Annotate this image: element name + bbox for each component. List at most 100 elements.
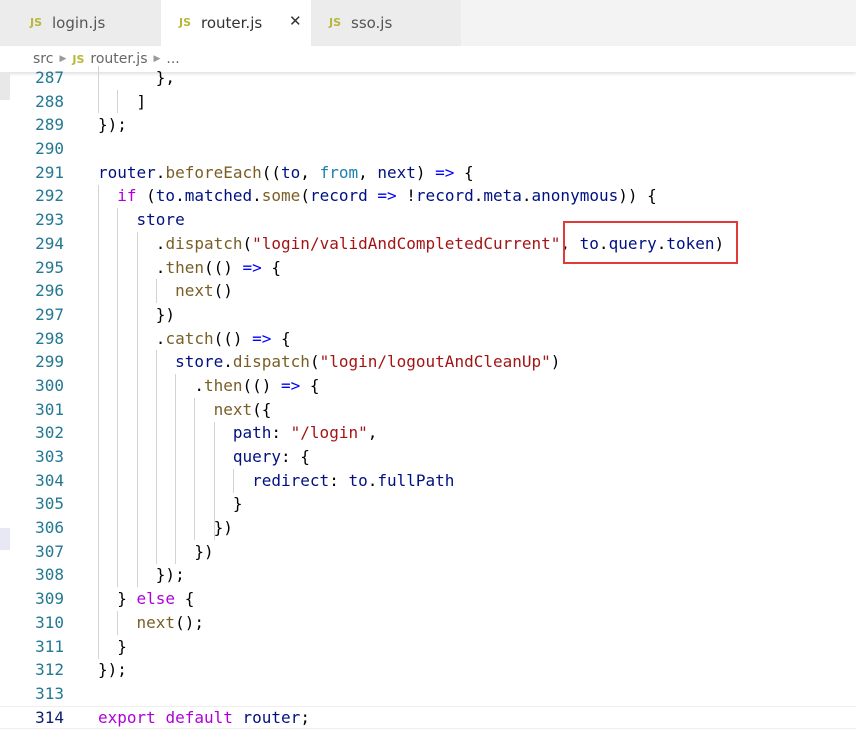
line-number: 308: [35, 565, 64, 585]
code-line[interactable]: 292 if (to.matched.some(record => !recor…: [0, 184, 856, 208]
code-line[interactable]: 304 redirect: to.fullPath: [0, 469, 856, 493]
line-source: if (to.matched.some(record => !record.me…: [98, 184, 657, 208]
line-source: } else {: [98, 587, 194, 611]
code-token: ((): [203, 257, 243, 277]
tab-login-js[interactable]: JS login.js: [0, 0, 161, 46]
code-line[interactable]: 308 });: [0, 563, 856, 587]
code-token: ((: [261, 162, 282, 182]
close-tab-icon[interactable]: ✕: [289, 12, 302, 30]
code-token: default: [165, 707, 233, 727]
js-file-icon: JS: [72, 52, 85, 66]
line-source: router.beforeEach((to, from, next) => {: [98, 161, 474, 185]
code-line[interactable]: 310 next();: [0, 611, 856, 635]
line-number: 289: [35, 115, 64, 135]
chevron-right-icon: ▶: [153, 54, 161, 64]
code-token: !: [396, 186, 416, 206]
indent-guide: [98, 184, 99, 659]
code-token: });: [98, 115, 127, 135]
breadcrumb-src[interactable]: src: [33, 51, 53, 67]
code-token: router: [242, 707, 301, 727]
line-number: 311: [35, 636, 64, 656]
code-token: .: [473, 186, 484, 206]
line-number: 304: [35, 470, 64, 490]
line-source: });: [98, 563, 185, 587]
code-token: }: [98, 494, 243, 514]
code-line[interactable]: 309 } else {: [0, 587, 856, 611]
code-token: .: [175, 186, 185, 206]
code-line[interactable]: 291 router.beforeEach((to, from, next) =>…: [0, 161, 856, 185]
code-line[interactable]: 296 next(): [0, 279, 856, 303]
tab-router-js[interactable]: JS router.js ✕: [161, 0, 311, 46]
line-source: }: [98, 635, 127, 659]
indent-guide: [194, 397, 196, 540]
code-token: .: [98, 257, 166, 277]
line-number: 292: [35, 186, 64, 206]
code-line[interactable]: 300 .then(() => {: [0, 374, 856, 398]
code-token: =>: [435, 162, 455, 182]
breadcrumb-more[interactable]: ...: [166, 51, 179, 67]
line-number: 312: [35, 660, 64, 680]
code-token: ): [550, 352, 561, 372]
tab-label: sso.js: [351, 14, 393, 32]
code-token: meta: [483, 186, 522, 206]
line-number: 298: [35, 328, 64, 348]
code-token: from: [319, 162, 359, 182]
code-token: },: [98, 68, 176, 87]
code-line[interactable]: 297 }): [0, 303, 856, 327]
code-token: to: [281, 162, 301, 182]
code-token: : {: [281, 447, 310, 466]
code-line[interactable]: 313: [0, 682, 856, 706]
line-source: next({: [98, 398, 272, 422]
line-number: 287: [35, 68, 64, 87]
breadcrumb-file[interactable]: router.js: [90, 51, 147, 67]
code-token: {: [300, 375, 320, 395]
code-line[interactable]: 303 query: {: [0, 445, 856, 469]
code-token: else: [136, 589, 176, 609]
code-token: )) {: [618, 186, 657, 206]
code-line[interactable]: 302 path: "/login",: [0, 421, 856, 445]
code-token: ((): [213, 328, 253, 348]
line-number: 299: [35, 352, 64, 372]
indent-guide: [213, 421, 215, 540]
line-number: 300: [35, 375, 64, 395]
code-line[interactable]: 314 export default router;: [0, 706, 856, 730]
line-source: .then(() => {: [98, 374, 320, 398]
code-token: store: [136, 210, 185, 230]
code-line[interactable]: 307 }): [0, 540, 856, 564]
code-token: ();: [175, 612, 204, 632]
code-token: .: [98, 328, 166, 348]
line-number: 303: [35, 447, 64, 466]
code-line[interactable]: 301 next({: [0, 398, 856, 422]
tab-sso-js[interactable]: JS sso.js: [311, 0, 461, 46]
indent-guide: [155, 350, 157, 564]
indent-guide: [117, 611, 119, 635]
code-line[interactable]: 289});: [0, 113, 856, 137]
code-editor[interactable]: 287 }, 288 ] 289}); 290 291 router.beforeEach…: [0, 66, 856, 729]
code-token: .: [521, 186, 532, 206]
code-line[interactable]: 298 .catch(() => {: [0, 327, 856, 351]
code-token: then: [165, 257, 204, 277]
code-token: redirect: [252, 470, 330, 490]
code-line[interactable]: 287 },: [0, 66, 856, 90]
indent-guide: [117, 89, 119, 114]
code-token: }: [98, 589, 137, 609]
code-line[interactable]: 288 ]: [0, 90, 856, 114]
code-token: to: [348, 470, 368, 490]
code-line[interactable]: 305 }: [0, 492, 856, 516]
js-file-icon: JS: [329, 16, 342, 29]
indent-guide: [98, 66, 99, 114]
code-line[interactable]: 290: [0, 137, 856, 161]
code-token: .: [98, 233, 166, 253]
line-source: store: [98, 208, 185, 232]
code-token: dispatch: [232, 352, 310, 372]
code-line[interactable]: 311 }: [0, 635, 856, 659]
code-line[interactable]: 312});: [0, 658, 856, 682]
code-token: ,: [300, 162, 320, 182]
code-line[interactable]: 299 store.dispatch("login/logoutAndClean…: [0, 350, 856, 374]
code-token: {: [454, 162, 474, 182]
line-number: 294: [35, 233, 64, 253]
code-token: export: [98, 707, 156, 727]
code-line[interactable]: 306 }): [0, 516, 856, 540]
code-token: (: [136, 186, 156, 206]
